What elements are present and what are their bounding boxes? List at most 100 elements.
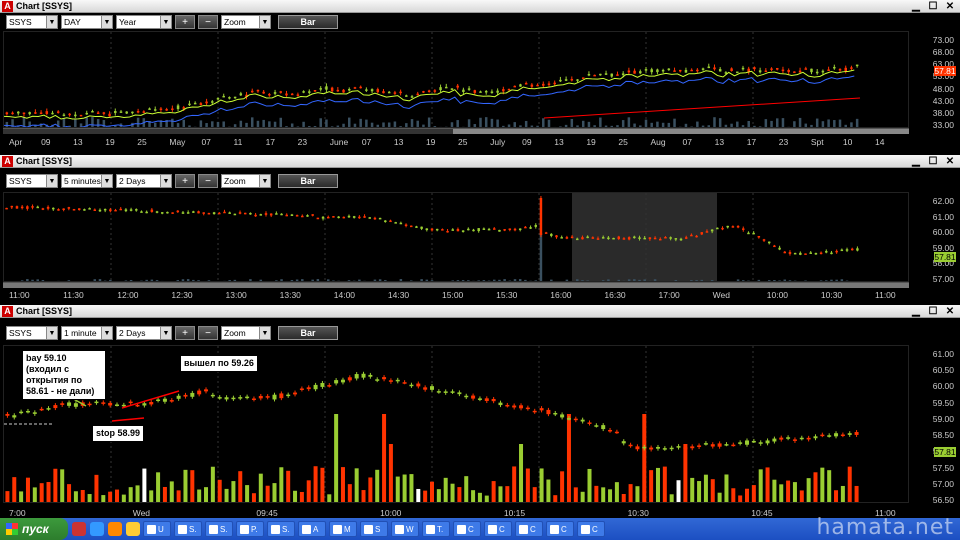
taskbar-task[interactable]: C bbox=[484, 521, 512, 537]
volume-bar bbox=[490, 118, 494, 127]
quicklaunch-icon[interactable] bbox=[72, 522, 86, 536]
candle bbox=[119, 111, 123, 113]
candle bbox=[347, 377, 352, 381]
zoom-out-button[interactable]: − bbox=[198, 174, 218, 188]
candle bbox=[679, 238, 683, 241]
close-icon[interactable]: ✕ bbox=[943, 306, 957, 317]
zoom-out-button[interactable]: − bbox=[198, 326, 218, 340]
candle bbox=[268, 93, 271, 96]
candle bbox=[45, 111, 49, 114]
candle bbox=[204, 389, 209, 392]
taskbar-task[interactable]: T. bbox=[422, 521, 450, 537]
candle bbox=[389, 220, 392, 223]
candle bbox=[202, 212, 205, 214]
daily-price-chart[interactable] bbox=[3, 31, 909, 128]
maximize-icon[interactable]: ☐ bbox=[926, 156, 940, 167]
taskbar-task[interactable]: C bbox=[577, 521, 605, 537]
time-tick-label: 25 bbox=[137, 137, 147, 147]
window-title: Chart [SSYS] bbox=[16, 1, 73, 11]
window-title: Chart [SSYS] bbox=[16, 156, 73, 166]
candle bbox=[633, 236, 636, 239]
firefox-icon[interactable] bbox=[108, 522, 122, 536]
symbol-select[interactable]: SSYS ▼ bbox=[6, 326, 58, 340]
candle bbox=[251, 398, 256, 401]
taskbar-task[interactable]: C bbox=[546, 521, 574, 537]
taskbar-task[interactable]: S. bbox=[205, 521, 233, 537]
taskbar-task[interactable]: M bbox=[329, 521, 357, 537]
zoom-out-button[interactable]: − bbox=[198, 15, 218, 29]
candle bbox=[539, 408, 544, 411]
taskbar-task[interactable]: A bbox=[298, 521, 326, 537]
zoom-in-button[interactable]: + bbox=[175, 174, 195, 188]
range-select[interactable]: 2 Days ▼ bbox=[116, 174, 172, 188]
candle bbox=[539, 198, 543, 235]
candle bbox=[238, 397, 243, 399]
candle bbox=[275, 213, 278, 215]
candle bbox=[443, 391, 448, 393]
time-tick-label: 11:30 bbox=[63, 290, 84, 300]
candle bbox=[212, 212, 216, 215]
volume-bar bbox=[430, 481, 434, 502]
window-titlebar[interactable]: A Chart [SSYS] ▁ ☐ ✕ bbox=[0, 305, 960, 318]
zoom-in-button[interactable]: + bbox=[175, 15, 195, 29]
taskbar-task[interactable]: S. bbox=[174, 521, 202, 537]
close-icon[interactable]: ✕ bbox=[943, 156, 957, 167]
taskbar-task[interactable]: C bbox=[453, 521, 481, 537]
minimize-icon[interactable]: ▁ bbox=[909, 1, 923, 12]
volume-bar bbox=[108, 491, 113, 502]
period-select[interactable]: 1 minute ▼ bbox=[61, 326, 113, 340]
candle bbox=[342, 216, 346, 219]
range-select[interactable]: 2 Days ▼ bbox=[116, 326, 172, 340]
candle bbox=[249, 212, 252, 215]
window-titlebar[interactable]: A Chart [SSYS] ▁ ☐ ✕ bbox=[0, 155, 960, 168]
close-icon[interactable]: ✕ bbox=[943, 1, 957, 12]
chevron-down-icon: ▼ bbox=[160, 175, 171, 187]
start-button[interactable]: пуск bbox=[0, 518, 68, 540]
5min-price-chart[interactable] bbox=[3, 192, 909, 282]
window-titlebar[interactable]: A Chart [SSYS] ▁ ☐ ✕ bbox=[0, 0, 960, 13]
maximize-icon[interactable]: ☐ bbox=[926, 306, 940, 317]
candle bbox=[160, 212, 164, 214]
volume-bar bbox=[149, 490, 154, 502]
minimize-icon[interactable]: ▁ bbox=[909, 156, 923, 167]
zoom-select[interactable]: Zoom ▼ bbox=[221, 174, 271, 188]
horizontal-scrollbar[interactable] bbox=[3, 128, 909, 134]
symbol-select[interactable]: SSYS ▼ bbox=[6, 15, 58, 29]
chevron-down-icon: ▼ bbox=[259, 16, 270, 28]
symbol-select[interactable]: SSYS ▼ bbox=[6, 174, 58, 188]
folder-icon[interactable] bbox=[126, 522, 140, 536]
period-select[interactable]: 5 minutes ▼ bbox=[61, 174, 113, 188]
taskbar-task[interactable]: W bbox=[391, 521, 419, 537]
volume-bar bbox=[80, 489, 85, 502]
stop-annotation: stop 58.99 bbox=[92, 425, 145, 442]
candle bbox=[368, 374, 373, 377]
zoom-select[interactable]: Zoom ▼ bbox=[221, 326, 271, 340]
range-select[interactable]: Year ▼ bbox=[116, 15, 172, 29]
candle bbox=[445, 86, 448, 89]
period-select[interactable]: DAY ▼ bbox=[61, 15, 113, 29]
candle bbox=[205, 101, 208, 104]
zoom-select[interactable]: Zoom ▼ bbox=[221, 15, 271, 29]
browser-icon[interactable] bbox=[90, 522, 104, 536]
maximize-icon[interactable]: ☐ bbox=[926, 1, 940, 12]
volume-bar bbox=[293, 490, 298, 502]
taskbar-task[interactable]: S bbox=[360, 521, 388, 537]
candle bbox=[745, 440, 750, 445]
candle bbox=[707, 66, 711, 69]
zoom-in-button[interactable]: + bbox=[175, 326, 195, 340]
taskbar-task[interactable]: C bbox=[515, 521, 543, 537]
candle bbox=[62, 208, 65, 211]
1min-price-chart[interactable] bbox=[3, 345, 909, 503]
bar-button[interactable]: Bar bbox=[278, 174, 338, 188]
taskbar-task[interactable]: P. bbox=[236, 521, 264, 537]
volume-bar bbox=[834, 490, 839, 502]
horizontal-scrollbar[interactable] bbox=[3, 282, 909, 288]
bar-button[interactable]: Bar bbox=[278, 326, 338, 340]
taskbar-task[interactable]: S. bbox=[267, 521, 295, 537]
volume-bar bbox=[190, 470, 195, 502]
app-icon bbox=[364, 524, 373, 534]
bar-button[interactable]: Bar bbox=[278, 15, 338, 29]
candle bbox=[93, 209, 97, 211]
taskbar-task[interactable]: U bbox=[143, 521, 171, 537]
minimize-icon[interactable]: ▁ bbox=[909, 306, 923, 317]
